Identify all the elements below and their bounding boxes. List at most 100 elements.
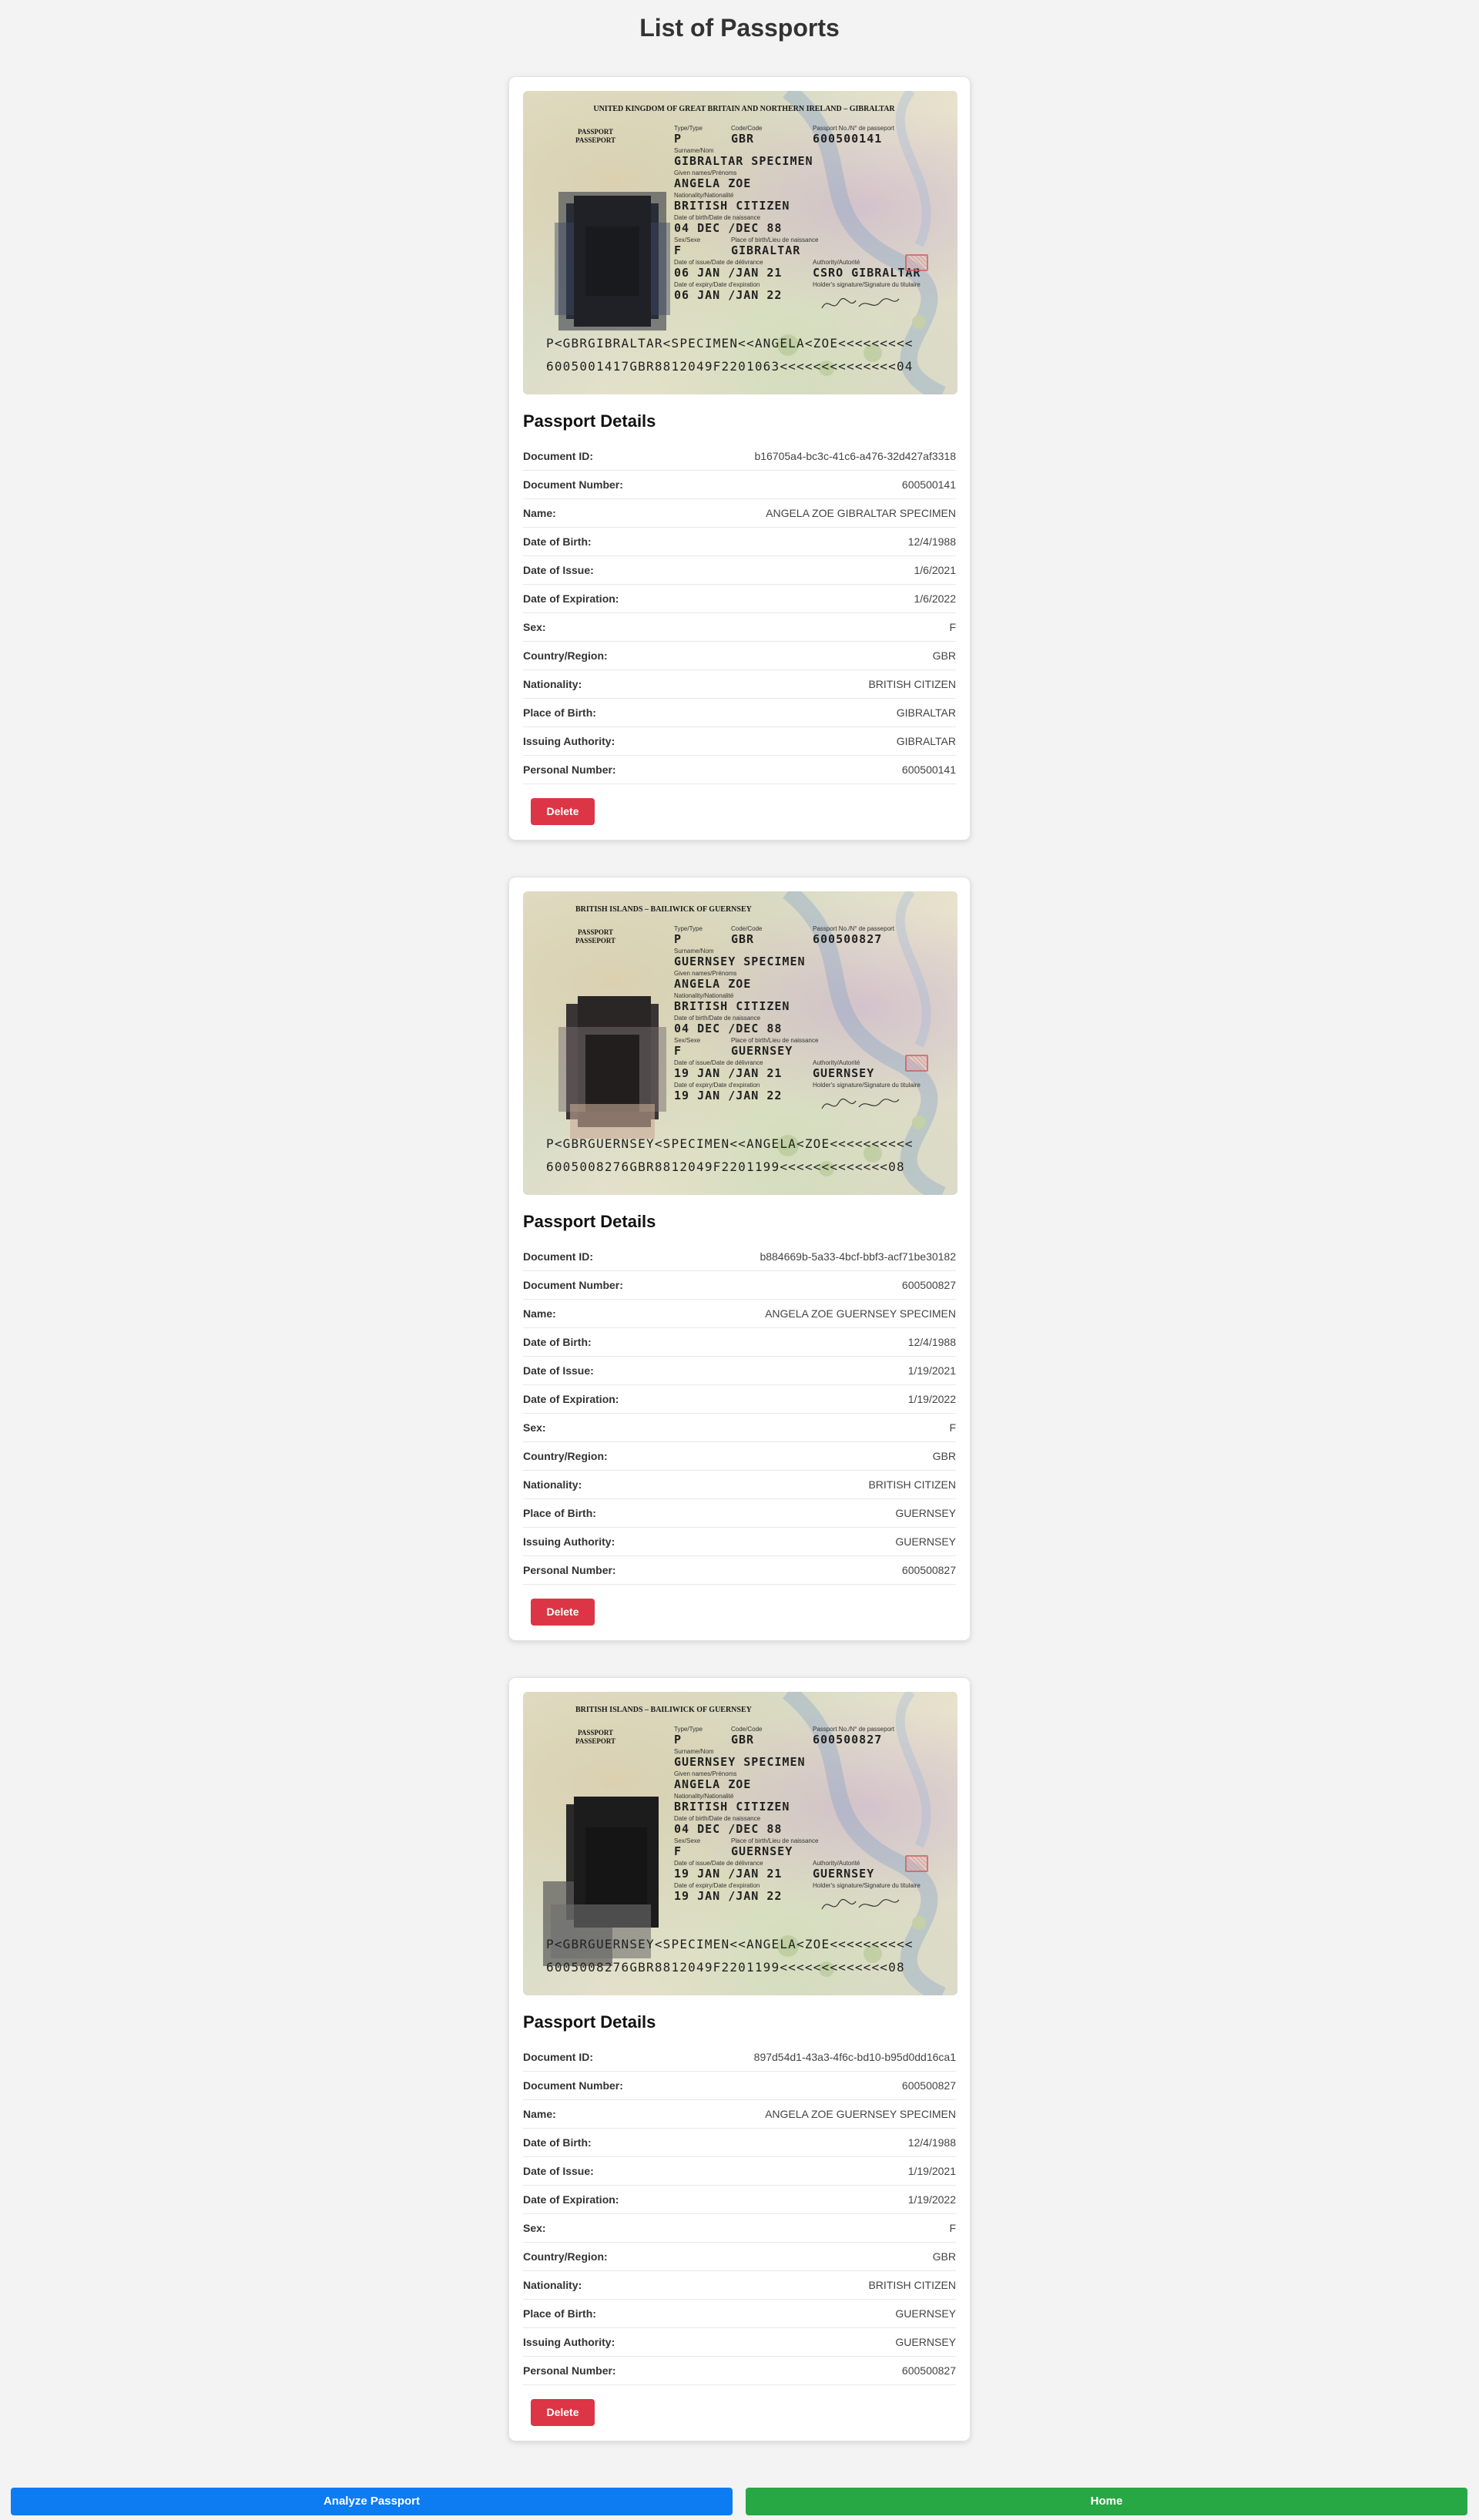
passport-nationality: BRITISH CITIZEN bbox=[674, 199, 790, 213]
detail-row-issuing-authority: Issuing Authority: GIBRALTAR bbox=[523, 727, 956, 756]
date-of-birth-label: Date of Birth: bbox=[523, 535, 592, 548]
passport-card: BRITISH ISLANDS – BAILIWICK OF GUERNSEY … bbox=[508, 877, 971, 1641]
security-stamp bbox=[905, 1055, 928, 1072]
detail-row-country-region: Country/Region: GBR bbox=[523, 642, 956, 670]
detail-row-issuing-authority: Issuing Authority: GUERNSEY bbox=[523, 1528, 956, 1556]
sex-value: F bbox=[949, 1421, 956, 1434]
delete-button[interactable]: Delete bbox=[531, 1599, 595, 1626]
passport-pob: GUERNSEY bbox=[731, 1844, 793, 1858]
label-given: Given names/Prénoms bbox=[674, 169, 737, 176]
holder-signature bbox=[821, 297, 900, 309]
place-of-birth-label: Place of Birth: bbox=[523, 2307, 596, 2320]
label-doi: Date of issue/Date de délivrance bbox=[674, 1059, 763, 1066]
label-holder-signature: Holder's signature/Signature du titulair… bbox=[813, 1882, 921, 1889]
date-of-birth-label: Date of Birth: bbox=[523, 2136, 592, 2149]
passport-surname: GUERNSEY SPECIMEN bbox=[674, 955, 806, 968]
label-nationality: Nationality/Nationalité bbox=[674, 1793, 734, 1800]
nationality-value: BRITISH CITIZEN bbox=[868, 678, 956, 690]
date-of-birth-value: 12/4/1988 bbox=[907, 2136, 956, 2149]
label-code: Code/Code bbox=[731, 125, 763, 132]
passport-doi: 19 JAN /JAN 21 bbox=[674, 1867, 783, 1881]
label-doi: Date of issue/Date de délivrance bbox=[674, 1860, 763, 1867]
mrz-line-1: P<GBRGUERNSEY<SPECIMEN<<ANGELA<ZOE<<<<<<… bbox=[546, 1937, 914, 1951]
delete-button[interactable]: Delete bbox=[531, 2399, 595, 2426]
label-authority: Authority/Autorité bbox=[813, 1059, 860, 1066]
detail-row-place-of-birth: Place of Birth: GIBRALTAR bbox=[523, 699, 956, 727]
personal-number-label: Personal Number: bbox=[523, 2364, 616, 2377]
sex-value: F bbox=[949, 621, 956, 633]
name-value: ANGELA ZOE GUERNSEY SPECIMEN bbox=[765, 1307, 956, 1320]
passport-dob: 04 DEC /DEC 88 bbox=[674, 1822, 783, 1836]
label-sex: Sex/Sexe bbox=[674, 1037, 701, 1044]
detail-row-date-of-issue: Date of Issue: 1/19/2021 bbox=[523, 1357, 956, 1385]
passport-surname: GIBRALTAR SPECIMEN bbox=[674, 154, 813, 168]
label-type: Type/Type bbox=[674, 925, 703, 932]
nationality-value: BRITISH CITIZEN bbox=[868, 1478, 956, 1491]
label-given: Given names/Prénoms bbox=[674, 970, 737, 977]
detail-row-personal-number: Personal Number: 600500827 bbox=[523, 2357, 956, 2385]
document-id-label: Document ID: bbox=[523, 1250, 593, 1263]
passport-word: PASSPORT PASSEPORT bbox=[575, 928, 616, 945]
detail-row-document-id: Document ID: b16705a4-bc3c-41c6-a476-32d… bbox=[523, 442, 956, 471]
name-label: Name: bbox=[523, 2108, 556, 2120]
details-title: Passport Details bbox=[523, 411, 656, 431]
detail-row-country-region: Country/Region: GBR bbox=[523, 2243, 956, 2271]
personal-number-value: 600500827 bbox=[901, 2364, 956, 2377]
detail-row-date-of-issue: Date of Issue: 1/19/2021 bbox=[523, 2157, 956, 2186]
passport-sex: F bbox=[674, 1844, 682, 1858]
analyze-passport-button[interactable]: Analyze Passport bbox=[11, 2488, 733, 2515]
security-stamp bbox=[905, 254, 928, 271]
label-surname: Surname/Nom bbox=[674, 1748, 714, 1755]
place-of-birth-value: GUERNSEY bbox=[895, 1507, 956, 1519]
passport-given: ANGELA ZOE bbox=[674, 1777, 752, 1791]
mrz-line-1: P<GBRGIBRALTAR<SPECIMEN<<ANGELA<ZOE<<<<<… bbox=[546, 336, 914, 351]
place-of-birth-label: Place of Birth: bbox=[523, 1507, 596, 1519]
passport-number: 600500827 bbox=[813, 1733, 883, 1747]
passport-card: UNITED KINGDOM OF GREAT BRITAIN AND NORT… bbox=[508, 76, 971, 841]
detail-row-nationality: Nationality: BRITISH CITIZEN bbox=[523, 2271, 956, 2300]
passport-number: 600500827 bbox=[813, 932, 883, 946]
home-button[interactable]: Home bbox=[746, 2488, 1467, 2515]
detail-row-document-id: Document ID: 897d54d1-43a3-4f6c-bd10-b95… bbox=[523, 2043, 956, 2072]
passport-image: BRITISH ISLANDS – BAILIWICK OF GUERNSEY … bbox=[523, 891, 957, 1195]
country-region-value: GBR bbox=[932, 649, 956, 662]
label-holder-signature: Holder's signature/Signature du titulair… bbox=[813, 281, 921, 288]
label-given: Given names/Prénoms bbox=[674, 1770, 737, 1777]
issuing-authority-value: GIBRALTAR bbox=[896, 735, 956, 747]
document-id-value: b16705a4-bc3c-41c6-a476-32d427af3318 bbox=[754, 450, 956, 462]
date-of-expiration-label: Date of Expiration: bbox=[523, 1393, 619, 1405]
name-label: Name: bbox=[523, 1307, 556, 1320]
detail-row-country-region: Country/Region: GBR bbox=[523, 1442, 956, 1471]
document-number-value: 600500827 bbox=[901, 1279, 956, 1291]
label-surname: Surname/Nom bbox=[674, 147, 714, 154]
country-region-value: GBR bbox=[932, 1450, 956, 1462]
label-dob: Date of birth/Date de naissance bbox=[674, 214, 761, 221]
date-of-expiration-label: Date of Expiration: bbox=[523, 2193, 619, 2206]
delete-button[interactable]: Delete bbox=[531, 798, 595, 825]
date-of-issue-value: 1/19/2021 bbox=[907, 1364, 956, 1377]
detail-row-date-of-expiration: Date of Expiration: 1/19/2022 bbox=[523, 2186, 956, 2214]
passport-authority: GUERNSEY bbox=[813, 1867, 875, 1881]
passport-doi: 19 JAN /JAN 21 bbox=[674, 1066, 783, 1080]
detail-row-document-number: Document Number: 600500827 bbox=[523, 1271, 956, 1300]
page-title: List of Passports bbox=[639, 14, 840, 42]
detail-row-nationality: Nationality: BRITISH CITIZEN bbox=[523, 1471, 956, 1499]
document-number-value: 600500141 bbox=[901, 478, 956, 491]
mrz-line-1: P<GBRGUERNSEY<SPECIMEN<<ANGELA<ZOE<<<<<<… bbox=[546, 1136, 914, 1151]
detail-row-document-id: Document ID: b884669b-5a33-4bcf-bbf3-acf… bbox=[523, 1243, 956, 1271]
label-code: Code/Code bbox=[731, 925, 763, 932]
date-of-issue-value: 1/19/2021 bbox=[907, 2165, 956, 2177]
holder-photo bbox=[543, 950, 666, 1139]
detail-row-place-of-birth: Place of Birth: GUERNSEY bbox=[523, 2300, 956, 2328]
label-dob: Date of birth/Date de naissance bbox=[674, 1015, 761, 1022]
document-id-value: 897d54d1-43a3-4f6c-bd10-b95d0dd16ca1 bbox=[753, 2051, 956, 2063]
details-title: Passport Details bbox=[523, 2012, 656, 2032]
label-pob: Place of birth/Lieu de naissance bbox=[731, 237, 819, 243]
label-doe: Date of expiry/Date d'expiration bbox=[674, 281, 760, 288]
name-value: ANGELA ZOE GIBRALTAR SPECIMEN bbox=[766, 507, 956, 519]
nationality-value: BRITISH CITIZEN bbox=[868, 2279, 956, 2291]
date-of-expiration-label: Date of Expiration: bbox=[523, 592, 619, 605]
date-of-issue-label: Date of Issue: bbox=[523, 1364, 594, 1377]
document-number-label: Document Number: bbox=[523, 1279, 623, 1291]
security-stamp bbox=[905, 1855, 928, 1872]
